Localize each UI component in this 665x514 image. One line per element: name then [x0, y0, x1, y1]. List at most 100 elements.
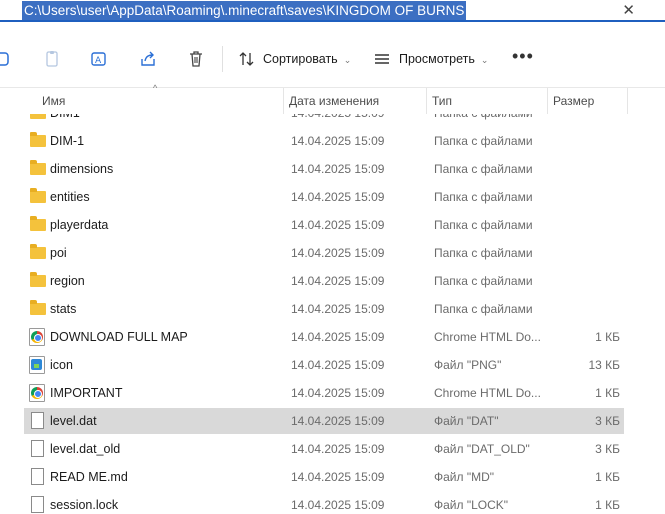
- column-header-size[interactable]: Размер: [548, 88, 628, 114]
- column-header-type[interactable]: Тип: [427, 88, 548, 114]
- file-row[interactable]: level.dat_old 14.04.2025 15:09 Файл "DAT_O…: [24, 436, 624, 462]
- file-icon: [31, 468, 44, 485]
- column-header-name[interactable]: Имя: [37, 88, 284, 114]
- file-type: Папка с файлами: [434, 114, 533, 126]
- file-row[interactable]: stats 14.04.2025 15:09 Папка с файлами: [24, 296, 624, 322]
- view-button[interactable]: Просмотреть ⌄: [399, 50, 488, 68]
- file-name: DOWNLOAD FULL MAP: [50, 330, 188, 344]
- share-icon[interactable]: [139, 50, 157, 68]
- file-size: 1 КБ: [595, 470, 620, 484]
- file-row[interactable]: READ ME.md 14.04.2025 15:09 Файл "MD" 1 КБ: [24, 464, 624, 490]
- file-date: 14.04.2025 15:09: [291, 190, 385, 204]
- file-date: 14.04.2025 15:09: [291, 162, 385, 176]
- file-date: 14.04.2025 15:09: [291, 302, 385, 316]
- file-row[interactable]: dimensions 14.04.2025 15:09 Папка с файлам…: [24, 156, 624, 182]
- png-image-icon: [29, 356, 45, 374]
- column-header-date-label: Дата изменения: [289, 94, 380, 108]
- folder-icon: [30, 132, 46, 147]
- file-type: Chrome HTML Do...: [434, 386, 541, 400]
- file-name: dimensions: [50, 162, 114, 176]
- file-size: 1 КБ: [595, 498, 620, 512]
- file-list: DIM1 14.04.2025 15:09 Папка с файлами DIM-1…: [0, 114, 665, 514]
- file-type: Файл "MD": [434, 470, 495, 484]
- file-date: 14.04.2025 15:09: [291, 470, 385, 484]
- file-row[interactable]: poi 14.04.2025 15:09 Папка с файлами: [24, 240, 624, 266]
- delete-icon[interactable]: [187, 50, 205, 68]
- file-row[interactable]: playerdata 14.04.2025 15:09 Папка с файлам…: [24, 212, 624, 238]
- view-button-label: Просмотреть: [399, 52, 475, 66]
- address-path[interactable]: C:\Users\user\AppData\Roaming\.minecraft…: [22, 1, 467, 20]
- address-bar[interactable]: C:\Users\user\AppData\Roaming\.minecraft…: [0, 0, 665, 22]
- file-name: READ ME.md: [50, 470, 128, 484]
- file-row[interactable]: IMPORTANT 14.04.2025 15:09 Chrome HTML Do.…: [24, 380, 624, 406]
- file-date: 14.04.2025 15:09: [291, 134, 385, 148]
- column-header-row: ^ Имя Дата изменения Тип Размер: [0, 83, 665, 114]
- sort-icon[interactable]: [238, 50, 256, 68]
- file-type: Папка с файлами: [434, 162, 533, 176]
- file-type: Папка с файлами: [434, 274, 533, 288]
- file-date: 14.04.2025 15:09: [291, 442, 385, 456]
- folder-icon: [30, 188, 46, 203]
- file-row[interactable]: icon 14.04.2025 15:09 Файл "PNG" 13 КБ: [24, 352, 624, 378]
- file-icon: [31, 440, 44, 457]
- folder-icon: [30, 114, 46, 119]
- file-date: 14.04.2025 15:09: [291, 218, 385, 232]
- file-type: Chrome HTML Do...: [434, 330, 541, 344]
- command-bar: A Сортировать ⌄ Просмотреть ⌄ •••: [0, 24, 665, 88]
- file-name: region: [50, 274, 85, 288]
- paste-icon[interactable]: [43, 50, 61, 68]
- column-header-date[interactable]: Дата изменения: [284, 88, 427, 114]
- view-icon[interactable]: [373, 50, 391, 68]
- file-type: Файл "DAT": [434, 414, 499, 428]
- file-row[interactable]: DOWNLOAD FULL MAP 14.04.2025 15:09 Chrome …: [24, 324, 624, 350]
- file-icon: [31, 412, 44, 429]
- file-date: 14.04.2025 15:09: [291, 274, 385, 288]
- file-type: Папка с файлами: [434, 246, 533, 260]
- svg-text:A: A: [95, 56, 102, 66]
- file-date: 14.04.2025 15:09: [291, 498, 385, 512]
- file-size: 1 КБ: [595, 330, 620, 344]
- file-row[interactable]: DIM1 14.04.2025 15:09 Папка с файлами: [24, 114, 624, 126]
- sort-button-label: Сортировать: [263, 52, 338, 66]
- file-size: 13 КБ: [588, 358, 620, 372]
- file-name: level.dat: [50, 414, 97, 428]
- file-name: playerdata: [50, 218, 109, 232]
- file-name: stats: [50, 302, 77, 316]
- clear-address-icon[interactable]: ✕: [622, 1, 635, 20]
- file-name: IMPORTANT: [50, 386, 123, 400]
- file-row[interactable]: region 14.04.2025 15:09 Папка с файлами: [24, 268, 624, 294]
- file-date: 14.04.2025 15:09: [291, 114, 384, 126]
- file-type: Папка с файлами: [434, 302, 533, 316]
- file-name: icon: [50, 358, 73, 372]
- file-type: Файл "PNG": [434, 358, 502, 372]
- file-type: Файл "LOCK": [434, 498, 509, 512]
- file-name: DIM-1: [50, 134, 85, 148]
- file-date: 14.04.2025 15:09: [291, 358, 385, 372]
- file-icon: [31, 496, 44, 513]
- file-row[interactable]: DIM-1 14.04.2025 15:09 Папка с файлами: [24, 128, 624, 154]
- file-date: 14.04.2025 15:09: [291, 246, 385, 260]
- more-options-button[interactable]: •••: [512, 46, 534, 67]
- file-date: 14.04.2025 15:09: [291, 386, 385, 400]
- chevron-down-icon: ⌄: [343, 55, 352, 65]
- file-name: entities: [50, 190, 90, 204]
- file-date: 14.04.2025 15:09: [291, 414, 385, 428]
- file-type: Папка с файлами: [434, 218, 533, 232]
- cut-icon[interactable]: [0, 50, 12, 68]
- file-row[interactable]: level.dat 14.04.2025 15:09 Файл "DAT" 3 КБ: [24, 408, 624, 434]
- column-header-type-label: Тип: [432, 94, 453, 108]
- file-name: DIM1: [50, 114, 80, 126]
- file-row[interactable]: entities 14.04.2025 15:09 Папка с файлами: [24, 184, 624, 210]
- chrome-html-icon: [29, 384, 45, 402]
- file-size: 3 КБ: [595, 442, 620, 456]
- file-row[interactable]: session.lock 14.04.2025 15:09 Файл "LOCK" 1…: [24, 492, 624, 514]
- sort-button[interactable]: Сортировать ⌄: [263, 50, 351, 68]
- file-type: Папка с файлами: [434, 190, 533, 204]
- file-name: session.lock: [50, 498, 119, 512]
- file-size: 3 КБ: [595, 414, 620, 428]
- rename-icon[interactable]: A: [90, 50, 108, 68]
- folder-icon: [30, 244, 46, 259]
- column-header-name-label: Имя: [42, 94, 66, 108]
- file-date: 14.04.2025 15:09: [291, 330, 385, 344]
- file-size: 1 КБ: [595, 386, 620, 400]
